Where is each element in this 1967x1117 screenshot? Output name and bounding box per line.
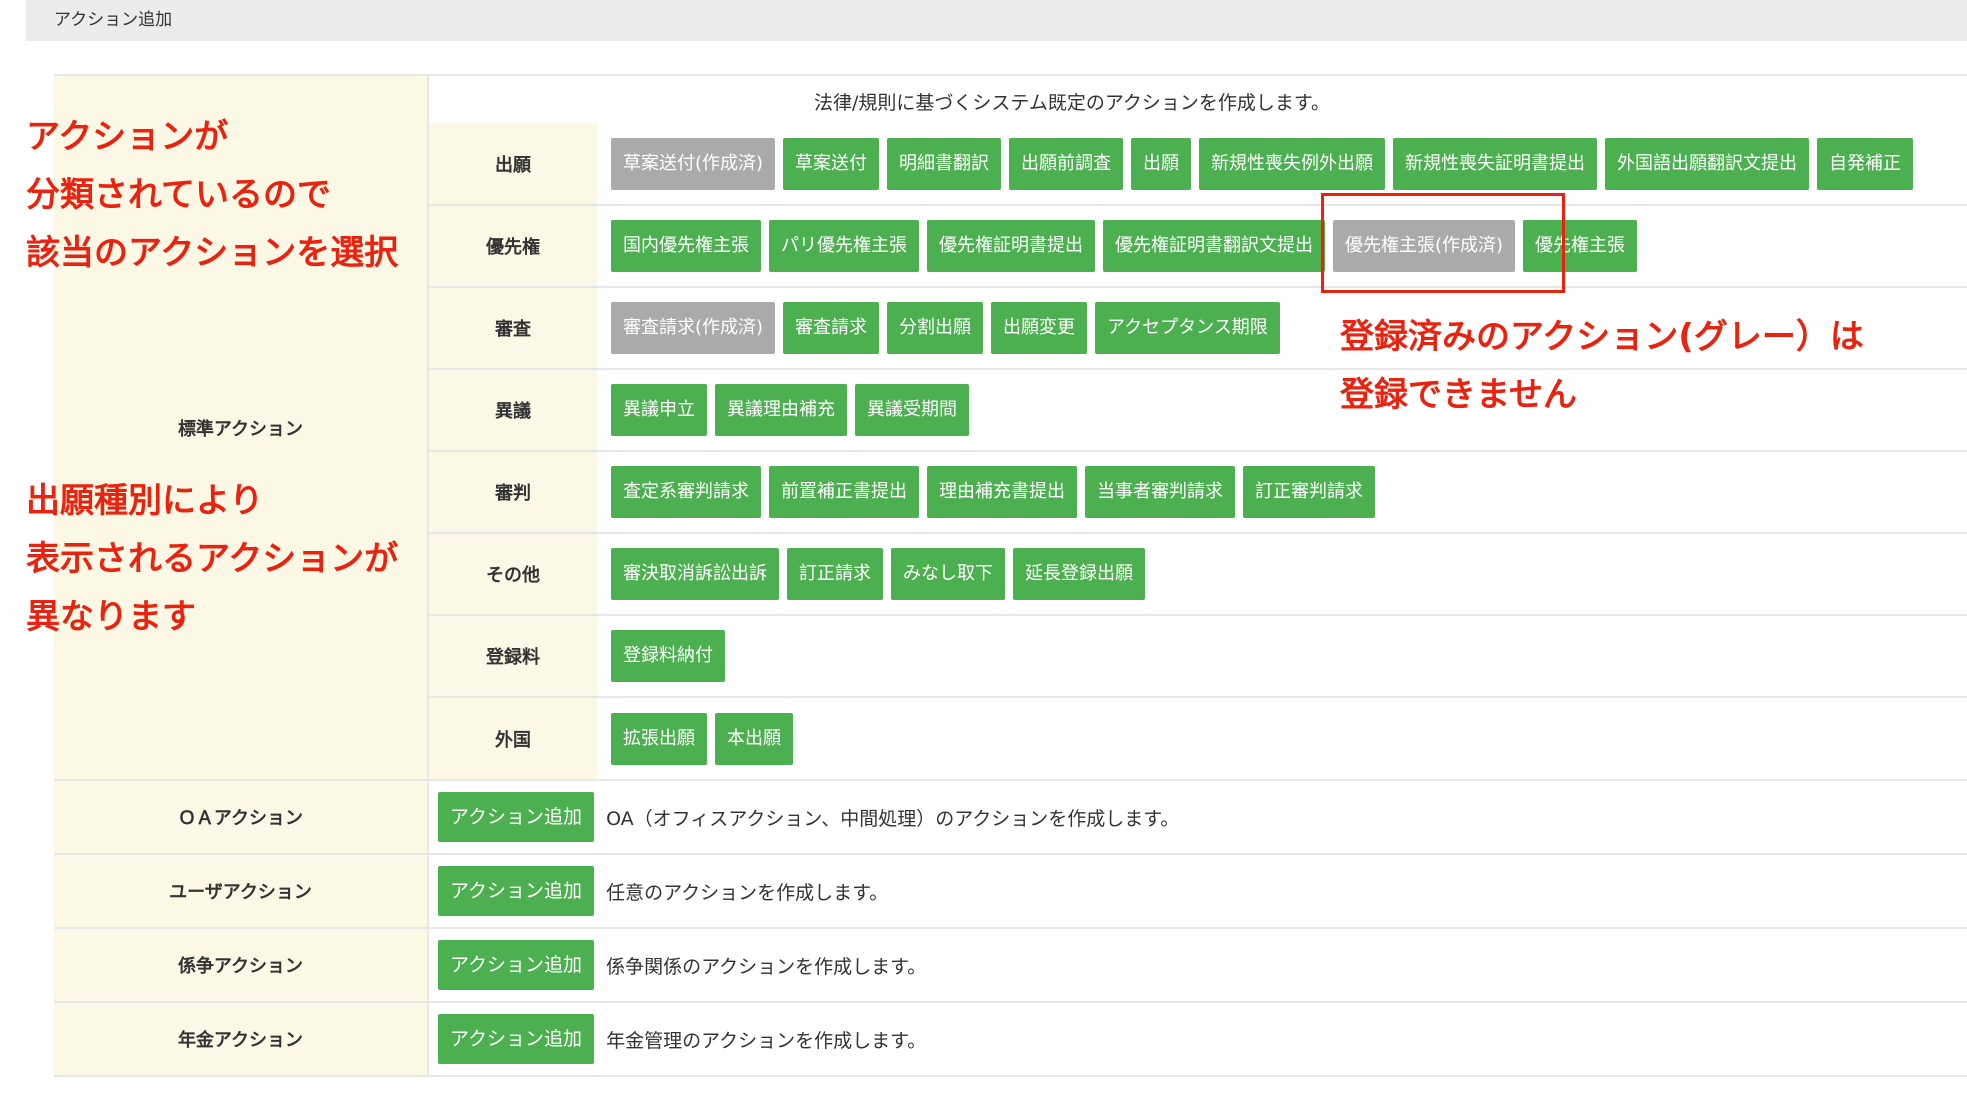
user-action-row: ユーザアクション アクション追加 任意のアクションを作成します。 — [54, 853, 1967, 929]
add-user-action-button[interactable]: アクション追加 — [438, 866, 595, 916]
category-buttons: 草案送付(作成済) 草案送付 明細書翻訳 出願前調査 出願 新規性喪失例外出願 新規性喪失証… — [597, 123, 1967, 206]
annuity-action-row: 年金アクション アクション追加 年金管理のアクションを作成します。 — [54, 1001, 1967, 1077]
user-action-content: アクション追加 任意のアクションを作成します。 — [428, 853, 1967, 929]
row-label: ユーザアクション — [54, 853, 429, 929]
category-label: 外国 — [429, 697, 597, 779]
standard-action-button[interactable]: 審査請求 — [783, 302, 880, 354]
category-label: 登録料 — [429, 615, 597, 698]
standard-action-button[interactable]: 優先権証明書翻訳文提出 — [1103, 220, 1325, 272]
page-header: アクション追加 — [26, 0, 1967, 41]
standard-action-button[interactable]: 出願変更 — [991, 302, 1088, 354]
category-label: 優先権 — [429, 205, 597, 288]
standard-action-button[interactable]: 自発補正 — [1817, 137, 1914, 190]
category-buttons: 査定系審判請求 前置補正書提出 理由補充書提出 当事者審判請求 訂正審判請求 — [597, 451, 1967, 534]
category-label: 異議 — [429, 369, 597, 452]
page-title: アクション追加 — [54, 10, 173, 30]
registered-action-button: 審査請求(作成済) — [611, 302, 776, 354]
standard-action-button[interactable]: 出願 — [1131, 137, 1192, 190]
annotation-classified: アクションが 分類されているので 該当のアクションを選択 — [26, 108, 398, 282]
standard-action-button[interactable]: 査定系審判請求 — [611, 466, 761, 518]
annotation-line: 該当のアクションを選択 — [26, 233, 399, 273]
add-oa-action-button[interactable]: アクション追加 — [438, 792, 595, 842]
annotation-registered: 登録済みのアクション(グレー）は 登録できません — [1340, 308, 1864, 424]
oa-action-content: アクション追加 OA（オフィスアクション、中間処理）のアクションを作成します。 — [428, 779, 1967, 855]
standard-action-button[interactable]: 新規性喪失証明書提出 — [1393, 137, 1598, 190]
standard-action-button[interactable]: 分割出願 — [887, 302, 984, 354]
annotation-line: 登録済みのアクション(グレー）は — [1340, 317, 1864, 357]
category-row: 外国 拡張出願 本出願 — [429, 697, 1967, 779]
standard-action-button[interactable]: 延長登録出願 — [1013, 548, 1145, 600]
annotation-line: 出願種別により — [26, 481, 264, 521]
standard-action-button[interactable]: 異議申立 — [611, 384, 707, 436]
category-row: 優先権 国内優先権主張 パリ優先権主張 優先権証明書提出 優先権証明書翻訳文提出 優先権主… — [429, 205, 1967, 288]
standard-action-button[interactable]: アクセプタンス期限 — [1095, 302, 1280, 354]
user-action-description: 任意のアクションを作成します。 — [606, 881, 889, 904]
add-dispute-action-button[interactable]: アクション追加 — [438, 940, 595, 990]
standard-description: 法律/規則に基づくシステム既定のアクションを作成します。 — [814, 92, 1330, 114]
add-annuity-action-button[interactable]: アクション追加 — [438, 1014, 595, 1064]
highlight-box — [1321, 193, 1565, 293]
dispute-action-description: 係争関係のアクションを作成します。 — [606, 955, 927, 978]
standard-action-button[interactable]: パリ優先権主張 — [769, 220, 919, 272]
standard-action-button[interactable]: 優先権証明書提出 — [927, 220, 1095, 272]
category-row: 出願 草案送付(作成済) 草案送付 明細書翻訳 出願前調査 出願 新規性喪失例外出願 新規性喪… — [429, 123, 1967, 206]
category-label: その他 — [429, 533, 597, 616]
category-table: 出願 草案送付(作成済) 草案送付 明細書翻訳 出願前調査 出願 新規性喪失例外出願 新規性喪… — [429, 123, 1967, 779]
row-label: 年金アクション — [54, 1001, 429, 1077]
standard-action-button[interactable]: 理由補充書提出 — [927, 466, 1077, 518]
category-label: 審判 — [429, 451, 597, 534]
standard-action-button[interactable]: 外国語出願翻訳文提出 — [1605, 137, 1810, 190]
standard-action-button[interactable]: 明細書翻訳 — [887, 137, 1002, 190]
oa-action-description: OA（オフィスアクション、中間処理）のアクションを作成します。 — [606, 807, 1180, 830]
row-label: 係争アクション — [54, 927, 429, 1003]
annotation-by-type: 出願種別により 表示されるアクションが 異なります — [26, 472, 398, 646]
standard-action-button[interactable]: 本出願 — [715, 712, 793, 765]
standard-action-button[interactable]: 異議理由補充 — [715, 384, 847, 436]
annotation-line: 登録できません — [1340, 375, 1577, 415]
category-row: 審判 査定系審判請求 前置補正書提出 理由補充書提出 当事者審判請求 訂正審判請求 — [429, 451, 1967, 534]
standard-action-button[interactable]: 異議受期間 — [855, 384, 969, 436]
category-label: 出願 — [429, 123, 597, 206]
annuity-action-description: 年金管理のアクションを作成します。 — [606, 1029, 927, 1052]
category-buttons: 拡張出願 本出願 — [597, 697, 1967, 779]
category-row: 登録料 登録料納付 — [429, 615, 1967, 698]
standard-action-button[interactable]: 新規性喪失例外出願 — [1199, 137, 1386, 190]
standard-action-button[interactable]: 拡張出願 — [611, 712, 707, 765]
category-label: 審査 — [429, 287, 597, 370]
standard-action-button[interactable]: 登録料納付 — [611, 630, 725, 682]
category-buttons: 審決取消訴訟出訴 訂正請求 みなし取下 延長登録出願 — [597, 533, 1967, 616]
dispute-action-row: 係争アクション アクション追加 係争関係のアクションを作成します。 — [54, 927, 1967, 1003]
annotation-line: 分類されているので — [26, 175, 331, 215]
standard-action-content: 法律/規則に基づくシステム既定のアクションを作成します。 出願 草案送付(作成済)… — [428, 74, 1967, 781]
annotation-line: 表示されるアクションが — [26, 539, 399, 579]
dispute-action-content: アクション追加 係争関係のアクションを作成します。 — [428, 927, 1967, 1003]
standard-action-button[interactable]: 草案送付 — [783, 137, 880, 190]
category-buttons: 登録料納付 — [597, 615, 1967, 698]
row-label: ＯＡアクション — [54, 779, 429, 855]
category-row: その他 審決取消訴訟出訴 訂正請求 みなし取下 延長登録出願 — [429, 533, 1967, 616]
standard-action-button[interactable]: 訂正審判請求 — [1243, 466, 1375, 518]
standard-action-button[interactable]: 当事者審判請求 — [1085, 466, 1235, 518]
annotation-line: アクションが — [26, 117, 229, 157]
standard-action-button[interactable]: 前置補正書提出 — [769, 466, 919, 518]
registered-action-button: 草案送付(作成済) — [611, 137, 776, 190]
standard-action-button[interactable]: 出願前調査 — [1009, 137, 1124, 190]
standard-action-button[interactable]: 訂正請求 — [787, 548, 883, 600]
standard-action-button[interactable]: 国内優先権主張 — [611, 220, 761, 272]
standard-action-button[interactable]: 審決取消訴訟出訴 — [611, 548, 779, 600]
oa-action-row: ＯＡアクション アクション追加 OA（オフィスアクション、中間処理）のアクションを… — [54, 779, 1967, 855]
category-buttons: 国内優先権主張 パリ優先権主張 優先権証明書提出 優先権証明書翻訳文提出 優先権主張(作… — [597, 205, 1967, 288]
annotation-line: 異なります — [26, 597, 196, 637]
annuity-action-content: アクション追加 年金管理のアクションを作成します。 — [428, 1001, 1967, 1077]
standard-action-button[interactable]: みなし取下 — [891, 548, 1005, 600]
